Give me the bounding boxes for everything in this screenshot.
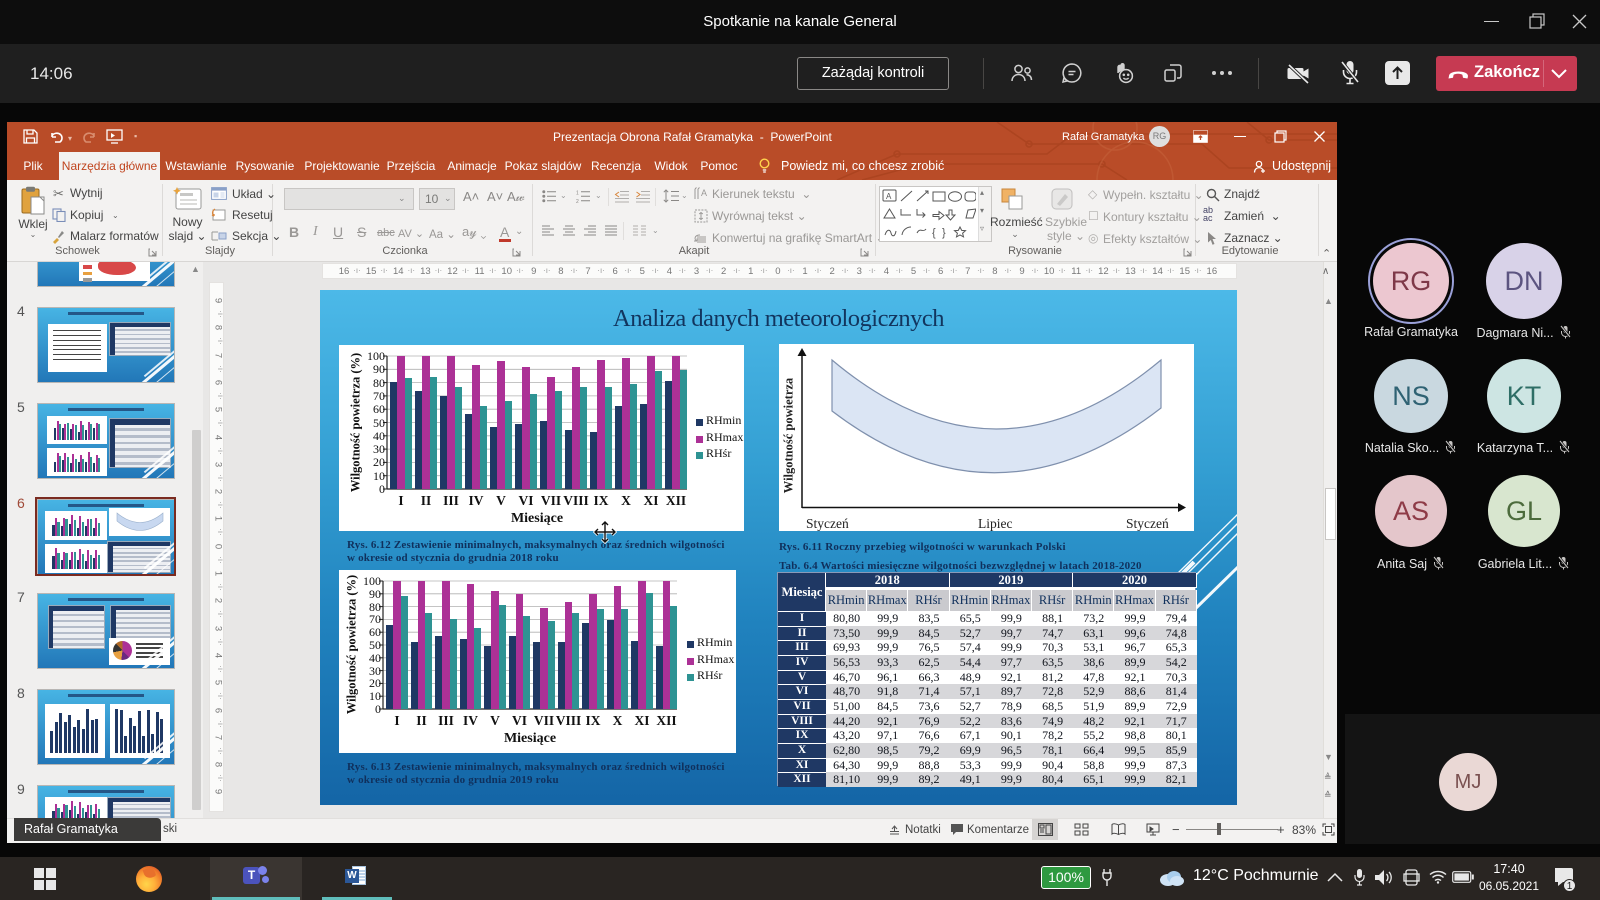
svg-text:2: 2 [576,199,579,203]
svg-text:}: } [942,227,946,239]
svg-text:A: A [886,192,892,201]
svg-text:1: 1 [576,191,579,197]
svg-text:{: { [932,227,936,239]
svg-text:A: A [701,188,707,198]
